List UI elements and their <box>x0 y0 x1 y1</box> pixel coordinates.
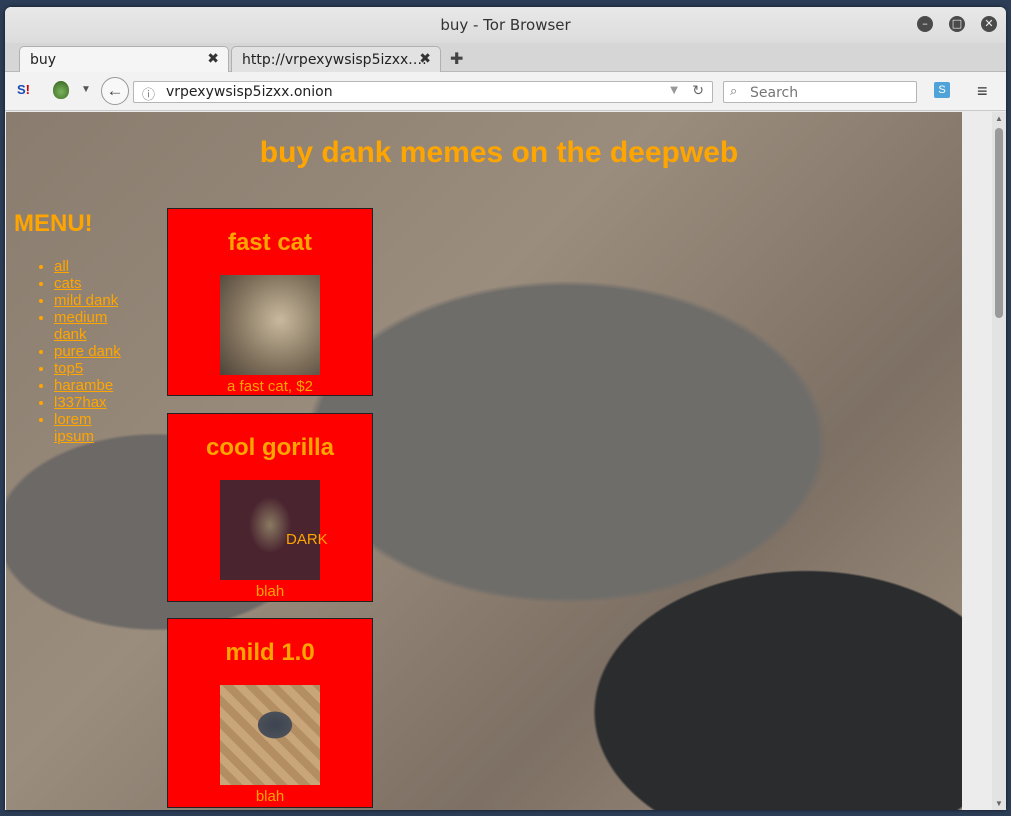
menu-link-lorem-ipsum[interactable]: lorem ipsum <box>54 411 94 445</box>
navigation-toolbar: S! ▼ ← ⓘ vrpexywsisp5izxx.onion ▼ ↻ ⌕ S … <box>5 72 1006 111</box>
menu-link-l337hax[interactable]: l337hax <box>54 394 107 411</box>
product-card[interactable]: fast cat a fast cat, $2 <box>167 208 373 396</box>
chevron-down-icon[interactable]: ▼ <box>81 84 91 95</box>
tab-buy[interactable]: buy ✖ <box>19 46 229 73</box>
tor-onion-icon[interactable] <box>53 81 69 99</box>
product-caption: a fast cat, $2 <box>227 378 313 395</box>
reload-icon[interactable]: ↻ <box>692 83 704 99</box>
product-image[interactable]: DARK <box>220 480 328 580</box>
tab-label: http://vrpexywsisp5izxx.… <box>242 52 427 68</box>
minimize-button[interactable]: – <box>917 16 933 32</box>
scroll-up-icon[interactable]: ▲ <box>995 114 1003 123</box>
tab-strip: buy ✖ http://vrpexywsisp5izxx.… ✖ ✚ <box>5 43 1006 73</box>
back-button[interactable]: ← <box>101 77 129 105</box>
menu-item[interactable]: l337hax <box>54 394 134 411</box>
menu-item[interactable]: medium dank <box>54 309 134 343</box>
url-bar[interactable]: ⓘ vrpexywsisp5izxx.onion ▼ ↻ <box>133 81 713 103</box>
menu-link-cats[interactable]: cats <box>54 275 82 292</box>
hamburger-menu-icon[interactable]: ≡ <box>977 81 988 102</box>
menu-item[interactable]: pure dank <box>54 343 134 360</box>
addon-icon[interactable]: S <box>934 82 950 98</box>
menu-item[interactable]: top5 <box>54 360 134 377</box>
menu-heading: MENU! <box>14 210 93 237</box>
tab-label: buy <box>30 52 57 68</box>
noscript-icon[interactable]: S! <box>17 82 30 97</box>
menu-list: all cats mild dank medium dank pure dank… <box>26 258 134 445</box>
menu-link-top5[interactable]: top5 <box>54 360 83 377</box>
scrollbar-thumb[interactable] <box>995 128 1003 318</box>
page-content: buy dank memes on the deepweb MENU! all … <box>6 112 962 810</box>
dropdown-icon[interactable]: ▼ <box>670 85 678 96</box>
url-text: vrpexywsisp5izxx.onion <box>166 84 333 100</box>
close-window-button[interactable]: ✕ <box>981 16 997 32</box>
maximize-button[interactable]: □ <box>949 16 965 32</box>
product-name: mild 1.0 <box>225 639 315 666</box>
product-card[interactable]: cool gorilla DARK blah <box>167 413 373 602</box>
menu-link-medium-dank[interactable]: medium dank <box>54 309 107 343</box>
title-bar: buy - Tor Browser – □ ✕ <box>5 7 1006 43</box>
menu-item[interactable]: lorem ipsum <box>54 411 134 445</box>
menu-item[interactable]: mild dank <box>54 292 134 309</box>
menu-link-mild-dank[interactable]: mild dank <box>54 292 118 309</box>
browser-window: buy - Tor Browser – □ ✕ buy ✖ http://vrp… <box>5 7 1006 810</box>
scroll-down-icon[interactable]: ▼ <box>995 799 1003 808</box>
search-input[interactable] <box>748 84 912 102</box>
page-title: buy dank memes on the deepweb <box>259 136 739 169</box>
menu-item[interactable]: harambe <box>54 377 134 394</box>
close-tab-icon[interactable]: ✖ <box>207 51 219 67</box>
info-icon[interactable]: ⓘ <box>142 84 155 103</box>
product-caption: blah <box>255 788 285 805</box>
menu-link-harambe[interactable]: harambe <box>54 377 113 394</box>
tab-onion-url[interactable]: http://vrpexywsisp5izxx.… ✖ <box>231 46 441 72</box>
product-image[interactable] <box>220 275 320 375</box>
vertical-scrollbar[interactable]: ▲ ▼ <box>992 112 1006 810</box>
close-tab-icon[interactable]: ✖ <box>419 51 431 67</box>
product-name: cool gorilla <box>205 434 334 461</box>
image-overlay-text: DARK <box>286 531 328 548</box>
window-title: buy - Tor Browser <box>440 16 571 34</box>
product-name: fast cat <box>227 229 313 256</box>
search-box[interactable]: ⌕ <box>723 81 917 103</box>
menu-item[interactable]: cats <box>54 275 134 292</box>
search-icon: ⌕ <box>730 83 738 98</box>
product-card[interactable]: mild 1.0 blah <box>167 618 373 808</box>
menu-item[interactable]: all <box>54 258 134 275</box>
new-tab-icon[interactable]: ✚ <box>450 49 463 69</box>
product-image[interactable] <box>220 685 320 785</box>
product-caption: blah <box>255 583 285 600</box>
menu-link-all[interactable]: all <box>54 258 69 275</box>
menu-link-pure-dank[interactable]: pure dank <box>54 343 121 360</box>
